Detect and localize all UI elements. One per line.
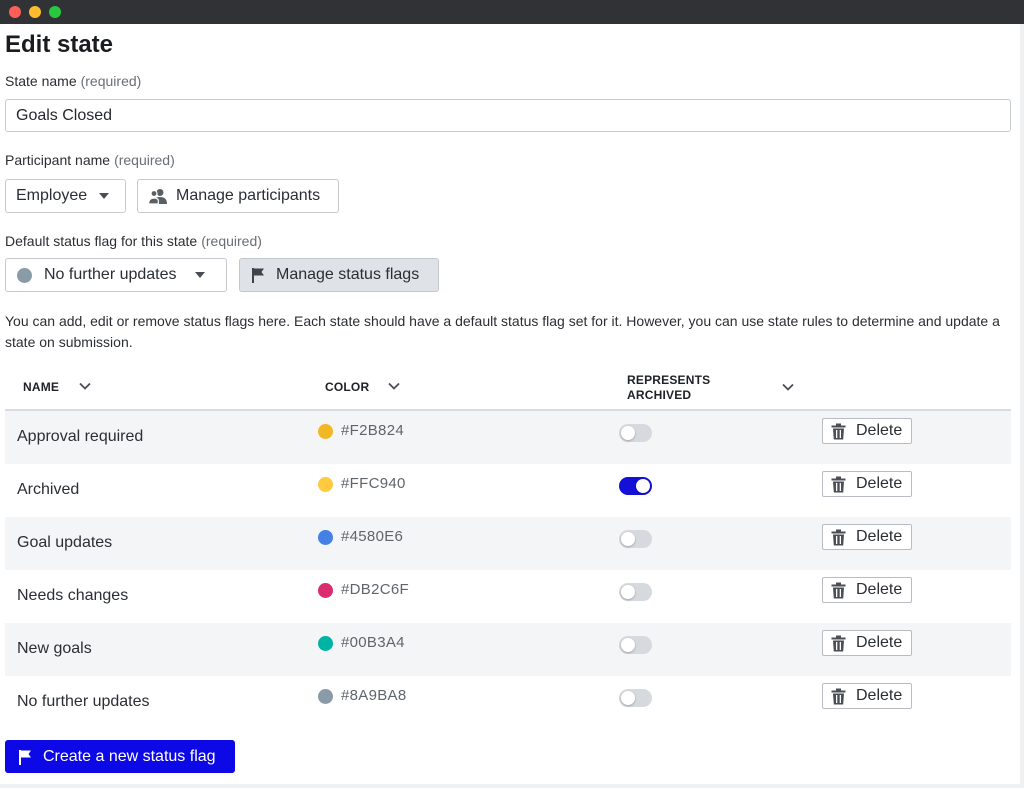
chevron-down-icon[interactable]	[782, 383, 794, 391]
column-header-archived-line2: ARCHIVED	[627, 388, 692, 402]
page-title: Edit state	[5, 31, 114, 58]
table-row: Approval required #F2B824 Delete	[5, 411, 1011, 464]
table-row: No further updates #8A9BA8 Delete	[5, 676, 1011, 729]
participant-name-label-text: Participant name	[5, 152, 111, 168]
window-titlebar	[0, 0, 1024, 24]
manage-participants-button[interactable]: Manage participants	[137, 179, 339, 213]
color-swatch	[318, 583, 333, 598]
window-bottom-edge	[0, 784, 1024, 788]
state-name-label: State name (required)	[5, 73, 141, 89]
toggle-knob	[621, 532, 635, 546]
chevron-down-icon[interactable]	[79, 382, 91, 390]
state-name-input[interactable]	[5, 99, 1011, 132]
status-flag-name: Approval required	[17, 428, 144, 445]
delete-button[interactable]: Delete	[822, 471, 912, 497]
close-window-button[interactable]	[9, 6, 21, 18]
trash-icon	[831, 635, 846, 651]
delete-button[interactable]: Delete	[822, 577, 912, 603]
table-row: Archived #FFC940 Delete	[5, 464, 1011, 517]
window-right-edge	[1020, 24, 1024, 788]
delete-button[interactable]: Delete	[822, 630, 912, 656]
color-swatch	[318, 636, 333, 651]
color-hex: #F2B824	[341, 422, 404, 439]
help-text: You can add, edit or remove status flags…	[5, 313, 1000, 350]
color-swatch	[318, 477, 333, 492]
participant-select[interactable]: Employee	[5, 179, 126, 213]
color-hex: #8A9BA8	[341, 687, 407, 704]
trash-icon	[831, 476, 846, 492]
participant-name-required-hint: (required)	[114, 152, 175, 168]
manage-status-flags-button[interactable]: Manage status flags	[239, 258, 439, 292]
trash-icon	[831, 529, 846, 545]
archived-toggle[interactable]	[619, 424, 652, 442]
color-swatch	[318, 530, 333, 545]
status-color-dot	[17, 267, 32, 283]
table-row: New goals #00B3A4 Delete	[5, 623, 1011, 676]
column-header-color[interactable]: COLOR	[325, 380, 369, 394]
flag-icon	[252, 268, 264, 283]
color-swatch	[318, 424, 333, 439]
delete-button[interactable]: Delete	[822, 524, 912, 550]
color-hex: #4580E6	[341, 528, 404, 545]
toggle-knob	[621, 638, 635, 652]
participant-select-value: Employee	[16, 187, 88, 204]
table-row: Needs changes #DB2C6F Delete	[5, 570, 1011, 623]
color-hex: #00B3A4	[341, 634, 405, 651]
color-hex: #DB2C6F	[341, 581, 409, 598]
status-flag-select-value: No further updates	[44, 266, 177, 283]
state-name-required-hint: (required)	[80, 73, 142, 89]
flag-icon	[19, 749, 31, 765]
table-row: Goal updates #4580E6 Delete	[5, 517, 1011, 570]
state-name-label-text: State name	[5, 73, 77, 89]
create-status-flag-label: Create a new status flag	[43, 747, 216, 765]
status-flag-name: Archived	[17, 481, 80, 498]
color-swatch	[318, 689, 333, 704]
delete-button[interactable]: Delete	[822, 683, 912, 709]
maximize-window-button[interactable]	[49, 6, 61, 18]
delete-button[interactable]: Delete	[822, 418, 912, 444]
toggle-knob	[621, 691, 635, 705]
archived-toggle[interactable]	[619, 636, 652, 654]
status-flag-select[interactable]: No further updates	[5, 258, 227, 292]
default-status-flag-label: Default status flag for this state (requi…	[5, 233, 262, 249]
chevron-down-icon[interactable]	[388, 382, 400, 390]
delete-button-label: Delete	[856, 634, 903, 651]
column-header-name[interactable]: NAME	[23, 380, 59, 394]
create-status-flag-button[interactable]: Create a new status flag	[5, 740, 235, 773]
default-status-flag-required-hint: (required)	[201, 233, 262, 249]
archived-toggle[interactable]	[619, 689, 652, 707]
delete-button-label: Delete	[856, 687, 903, 704]
status-flag-name: No further updates	[17, 693, 150, 710]
minimize-window-button[interactable]	[29, 6, 41, 18]
toggle-knob	[636, 479, 650, 493]
delete-button-label: Delete	[856, 528, 903, 545]
trash-icon	[831, 688, 846, 704]
participant-name-label: Participant name (required)	[5, 152, 175, 168]
manage-status-flags-label: Manage status flags	[276, 266, 420, 283]
status-flag-name: New goals	[17, 640, 92, 657]
trash-icon	[831, 423, 846, 439]
status-flag-name: Goal updates	[17, 534, 113, 551]
archived-toggle[interactable]	[619, 583, 652, 601]
archived-toggle[interactable]	[619, 530, 652, 548]
caret-down-icon	[99, 193, 110, 199]
color-hex: #FFC940	[341, 475, 406, 492]
people-icon	[148, 189, 167, 204]
toggle-knob	[621, 426, 635, 440]
column-header-represents-archived[interactable]: REPRESENTS ARCHIVED	[627, 373, 710, 403]
default-status-flag-label-text: Default status flag for this state	[5, 233, 198, 249]
status-flag-name: Needs changes	[17, 587, 129, 604]
toggle-knob	[621, 585, 635, 599]
delete-button-label: Delete	[856, 475, 903, 492]
delete-button-label: Delete	[856, 422, 903, 439]
trash-icon	[831, 582, 846, 598]
archived-toggle[interactable]	[619, 477, 652, 495]
caret-down-icon	[194, 272, 205, 278]
column-header-archived-line1: REPRESENTS	[627, 373, 711, 387]
manage-participants-label: Manage participants	[176, 187, 321, 204]
delete-button-label: Delete	[856, 581, 903, 598]
